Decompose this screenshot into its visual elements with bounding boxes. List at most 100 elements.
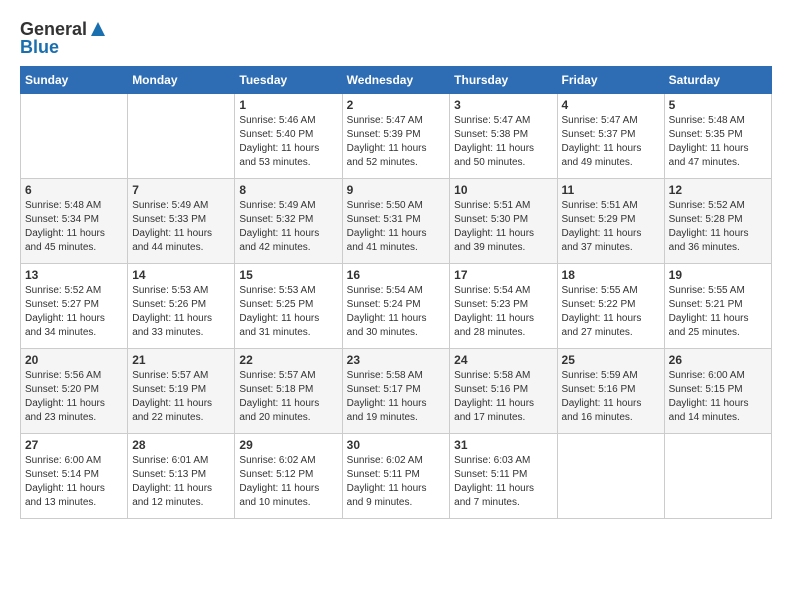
calendar-cell: 15 Sunrise: 5:53 AMSunset: 5:25 PMDayligh… (235, 264, 342, 349)
calendar-cell: 3 Sunrise: 5:47 AMSunset: 5:38 PMDaylight… (450, 94, 557, 179)
day-number: 12 (669, 183, 767, 197)
cell-content: Sunrise: 5:53 AMSunset: 5:25 PMDaylight:… (239, 284, 337, 340)
cell-content: Sunrise: 5:46 AMSunset: 5:40 PMDaylight:… (239, 114, 337, 170)
cell-content: Sunrise: 5:57 AMSunset: 5:19 PMDaylight:… (132, 369, 230, 425)
day-number: 25 (562, 353, 660, 367)
day-number: 14 (132, 268, 230, 282)
calendar-cell: 28 Sunrise: 6:01 AMSunset: 5:13 PMDayligh… (128, 434, 235, 519)
cell-content: Sunrise: 5:48 AMSunset: 5:34 PMDaylight:… (25, 199, 123, 255)
cell-content: Sunrise: 5:58 AMSunset: 5:17 PMDaylight:… (347, 369, 446, 425)
weekday-header-cell: Tuesday (235, 67, 342, 94)
day-number: 17 (454, 268, 552, 282)
calendar-cell: 25 Sunrise: 5:59 AMSunset: 5:16 PMDayligh… (557, 349, 664, 434)
calendar-cell: 8 Sunrise: 5:49 AMSunset: 5:32 PMDaylight… (235, 179, 342, 264)
cell-content: Sunrise: 5:54 AMSunset: 5:23 PMDaylight:… (454, 284, 552, 340)
day-number: 21 (132, 353, 230, 367)
calendar-cell: 20 Sunrise: 5:56 AMSunset: 5:20 PMDayligh… (21, 349, 128, 434)
calendar-cell (664, 434, 771, 519)
weekday-header-cell: Monday (128, 67, 235, 94)
calendar-cell: 27Sunrise: 6:00 AMSunset: 5:14 PMDayligh… (21, 434, 128, 519)
cell-content: Sunrise: 5:53 AMSunset: 5:26 PMDaylight:… (132, 284, 230, 340)
cell-content: Sunrise: 5:56 AMSunset: 5:20 PMDaylight:… (25, 369, 123, 425)
day-number: 15 (239, 268, 337, 282)
cell-content: Sunrise: 5:57 AMSunset: 5:18 PMDaylight:… (239, 369, 337, 425)
day-number: 9 (347, 183, 446, 197)
cell-content: Sunrise: 5:54 AMSunset: 5:24 PMDaylight:… (347, 284, 446, 340)
day-number: 26 (669, 353, 767, 367)
calendar-cell: 2 Sunrise: 5:47 AMSunset: 5:39 PMDaylight… (342, 94, 450, 179)
calendar-cell: 6Sunrise: 5:48 AMSunset: 5:34 PMDaylight… (21, 179, 128, 264)
day-number: 4 (562, 98, 660, 112)
day-number: 8 (239, 183, 337, 197)
logo-blue: Blue (20, 38, 59, 56)
day-number: 11 (562, 183, 660, 197)
calendar-cell: 29 Sunrise: 6:02 AMSunset: 5:12 PMDayligh… (235, 434, 342, 519)
cell-content: Sunrise: 5:50 AMSunset: 5:31 PMDaylight:… (347, 199, 446, 255)
day-number: 3 (454, 98, 552, 112)
calendar-cell: 21 Sunrise: 5:57 AMSunset: 5:19 PMDayligh… (128, 349, 235, 434)
header: General Blue (20, 20, 772, 56)
day-number: 29 (239, 438, 337, 452)
calendar-cell: 31Sunrise: 6:03 AMSunset: 5:11 PMDayligh… (450, 434, 557, 519)
calendar-cell: 19Sunrise: 5:55 AMSunset: 5:21 PMDayligh… (664, 264, 771, 349)
calendar-cell: 14 Sunrise: 5:53 AMSunset: 5:26 PMDayligh… (128, 264, 235, 349)
cell-content: Sunrise: 5:49 AMSunset: 5:33 PMDaylight:… (132, 199, 230, 255)
cell-content: Sunrise: 5:47 AMSunset: 5:37 PMDaylight:… (562, 114, 660, 170)
weekday-header-cell: Wednesday (342, 67, 450, 94)
calendar-cell: 23 Sunrise: 5:58 AMSunset: 5:17 PMDayligh… (342, 349, 450, 434)
cell-content: Sunrise: 5:47 AMSunset: 5:38 PMDaylight:… (454, 114, 552, 170)
day-number: 16 (347, 268, 446, 282)
calendar-cell: 9 Sunrise: 5:50 AMSunset: 5:31 PMDaylight… (342, 179, 450, 264)
calendar-week-row: 13 Sunrise: 5:52 AMSunset: 5:27 PMDayligh… (21, 264, 772, 349)
calendar-week-row: 1Sunrise: 5:46 AMSunset: 5:40 PMDaylight… (21, 94, 772, 179)
cell-content: Sunrise: 5:59 AMSunset: 5:16 PMDaylight:… (562, 369, 660, 425)
day-number: 24 (454, 353, 552, 367)
cell-content: Sunrise: 5:52 AMSunset: 5:27 PMDaylight:… (25, 284, 123, 340)
cell-content: Sunrise: 5:48 AMSunset: 5:35 PMDaylight:… (669, 114, 767, 170)
day-number: 2 (347, 98, 446, 112)
cell-content: Sunrise: 5:49 AMSunset: 5:32 PMDaylight:… (239, 199, 337, 255)
calendar-cell: 1Sunrise: 5:46 AMSunset: 5:40 PMDaylight… (235, 94, 342, 179)
cell-content: Sunrise: 6:03 AMSunset: 5:11 PMDaylight:… (454, 454, 552, 510)
calendar-week-row: 20 Sunrise: 5:56 AMSunset: 5:20 PMDayligh… (21, 349, 772, 434)
calendar-cell: 12 Sunrise: 5:52 AMSunset: 5:28 PMDayligh… (664, 179, 771, 264)
day-number: 7 (132, 183, 230, 197)
cell-content: Sunrise: 6:00 AMSunset: 5:15 PMDaylight:… (669, 369, 767, 425)
cell-content: Sunrise: 5:52 AMSunset: 5:28 PMDaylight:… (669, 199, 767, 255)
weekday-header-cell: Saturday (664, 67, 771, 94)
calendar-cell: 4 Sunrise: 5:47 AMSunset: 5:37 PMDaylight… (557, 94, 664, 179)
calendar-cell: 5Sunrise: 5:48 AMSunset: 5:35 PMDaylight… (664, 94, 771, 179)
calendar-cell: 11Sunrise: 5:51 AMSunset: 5:29 PMDayligh… (557, 179, 664, 264)
calendar-week-row: 27Sunrise: 6:00 AMSunset: 5:14 PMDayligh… (21, 434, 772, 519)
cell-content: Sunrise: 5:55 AMSunset: 5:21 PMDaylight:… (669, 284, 767, 340)
day-number: 10 (454, 183, 552, 197)
logo: General Blue (20, 20, 107, 56)
calendar-cell: 10 Sunrise: 5:51 AMSunset: 5:30 PMDayligh… (450, 179, 557, 264)
cell-content: Sunrise: 5:58 AMSunset: 5:16 PMDaylight:… (454, 369, 552, 425)
calendar-cell (557, 434, 664, 519)
day-number: 20 (25, 353, 123, 367)
cell-content: Sunrise: 5:47 AMSunset: 5:39 PMDaylight:… (347, 114, 446, 170)
calendar-cell: 13 Sunrise: 5:52 AMSunset: 5:27 PMDayligh… (21, 264, 128, 349)
logo-general: General (20, 20, 87, 38)
day-number: 23 (347, 353, 446, 367)
calendar-cell: 18 Sunrise: 5:55 AMSunset: 5:22 PMDayligh… (557, 264, 664, 349)
cell-content: Sunrise: 6:02 AMSunset: 5:12 PMDaylight:… (239, 454, 337, 510)
cell-content: Sunrise: 5:51 AMSunset: 5:30 PMDaylight:… (454, 199, 552, 255)
calendar-cell: 17 Sunrise: 5:54 AMSunset: 5:23 PMDayligh… (450, 264, 557, 349)
cell-content: Sunrise: 6:01 AMSunset: 5:13 PMDaylight:… (132, 454, 230, 510)
calendar-cell: 7 Sunrise: 5:49 AMSunset: 5:33 PMDaylight… (128, 179, 235, 264)
day-number: 18 (562, 268, 660, 282)
cell-content: Sunrise: 5:55 AMSunset: 5:22 PMDaylight:… (562, 284, 660, 340)
day-number: 28 (132, 438, 230, 452)
logo-arrow (87, 20, 107, 38)
calendar-cell (21, 94, 128, 179)
day-number: 30 (347, 438, 446, 452)
calendar-cell: 24 Sunrise: 5:58 AMSunset: 5:16 PMDayligh… (450, 349, 557, 434)
calendar-table: SundayMondayTuesdayWednesdayThursdayFrid… (20, 66, 772, 519)
calendar-week-row: 6Sunrise: 5:48 AMSunset: 5:34 PMDaylight… (21, 179, 772, 264)
calendar-cell: 16 Sunrise: 5:54 AMSunset: 5:24 PMDayligh… (342, 264, 450, 349)
weekday-header-cell: Thursday (450, 67, 557, 94)
day-number: 13 (25, 268, 123, 282)
calendar-cell: 30Sunrise: 6:02 AMSunset: 5:11 PMDayligh… (342, 434, 450, 519)
